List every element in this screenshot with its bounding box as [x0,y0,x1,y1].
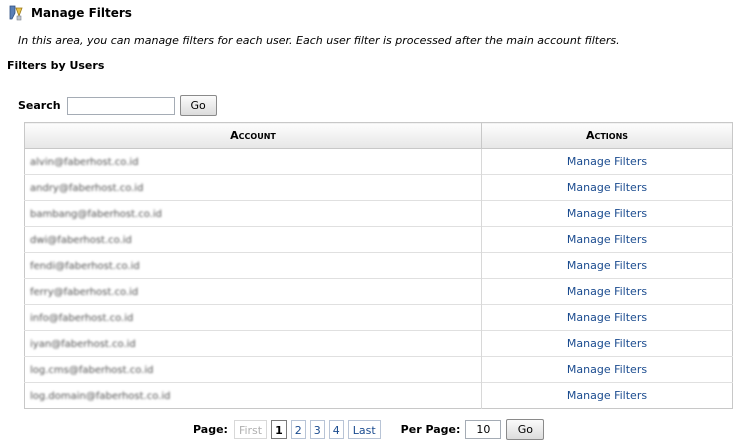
actions-cell: Manage Filters [481,174,733,201]
actions-cell: Manage Filters [481,200,733,227]
manage-filters-link[interactable]: Manage Filters [567,181,647,194]
account-cell: alvin@faberhost.co.id [24,148,482,175]
actions-cell: Manage Filters [481,356,733,383]
per-page-go-button[interactable]: Go [506,419,545,440]
table-row: andry@faberhost.co.id Manage Filters [24,174,733,201]
filter-icon [9,5,23,21]
page-header: Manage Filters [7,3,132,23]
account-cell: andry@faberhost.co.id [24,174,482,201]
actions-cell: Manage Filters [481,330,733,357]
account-email: alvin@faberhost.co.id [30,157,139,168]
account-cell: fendi@faberhost.co.id [24,252,482,279]
table-row: bambang@faberhost.co.id Manage Filters [24,200,733,227]
table-row: log.cms@faberhost.co.id Manage Filters [24,356,733,383]
first-page-link: First [233,420,268,439]
account-cell: bambang@faberhost.co.id [24,200,482,227]
page-label: Page: [193,423,228,436]
table-row: alvin@faberhost.co.id Manage Filters [24,148,733,175]
manage-filters-link[interactable]: Manage Filters [567,311,647,324]
search-go-button[interactable]: Go [179,95,217,116]
account-cell: log.cms@faberhost.co.id [24,356,482,383]
page-link-4[interactable]: 4 [328,420,344,439]
manage-filters-link[interactable]: Manage Filters [567,389,647,402]
account-email: info@faberhost.co.id [30,313,134,324]
table-row: info@faberhost.co.id Manage Filters [24,304,733,331]
table-row: log.domain@faberhost.co.id Manage Filters [24,382,733,409]
actions-cell: Manage Filters [481,382,733,409]
manage-filters-link[interactable]: Manage Filters [567,259,647,272]
table-row: dwi@faberhost.co.id Manage Filters [24,226,733,253]
pagination: Page: First 1 2 3 4 Last Per Page: Go [193,419,545,440]
page-link-3[interactable]: 3 [309,420,325,439]
account-cell: ferry@faberhost.co.id [24,278,482,305]
manage-filters-link[interactable]: Manage Filters [567,207,647,220]
section-title: Filters by Users [7,59,105,72]
account-cell: iyan@faberhost.co.id [24,330,482,357]
account-email: andry@faberhost.co.id [30,183,144,194]
page-link-2[interactable]: 2 [290,420,306,439]
table-row: iyan@faberhost.co.id Manage Filters [24,330,733,357]
account-email: log.cms@faberhost.co.id [30,365,154,376]
account-cell: info@faberhost.co.id [24,304,482,331]
search-input[interactable] [66,96,175,115]
manage-filters-link[interactable]: Manage Filters [567,337,647,350]
per-page-label: Per Page: [400,423,461,436]
per-page-input[interactable] [465,420,502,439]
account-email: log.domain@faberhost.co.id [30,391,171,402]
manage-filters-link[interactable]: Manage Filters [567,233,647,246]
account-cell: dwi@faberhost.co.id [24,226,482,253]
last-page-link[interactable]: Last [347,420,381,439]
actions-cell: Manage Filters [481,304,733,331]
manage-filters-link[interactable]: Manage Filters [567,363,647,376]
account-column-header[interactable]: Account [24,122,482,149]
account-email: dwi@faberhost.co.id [30,235,132,246]
manage-filters-link[interactable]: Manage Filters [567,285,647,298]
account-email: fendi@faberhost.co.id [30,261,140,272]
account-email: bambang@faberhost.co.id [30,209,162,220]
table-header-row: Account Actions [24,122,733,149]
search-bar: Search Go [18,95,217,116]
table-row: ferry@faberhost.co.id Manage Filters [24,278,733,305]
actions-column-header: Actions [481,122,733,149]
search-label: Search [18,99,61,112]
actions-cell: Manage Filters [481,278,733,305]
account-email: iyan@faberhost.co.id [30,339,136,350]
intro-text: In this area, you can manage filters for… [18,34,620,47]
account-cell: log.domain@faberhost.co.id [24,382,482,409]
account-email: ferry@faberhost.co.id [30,287,139,298]
actions-cell: Manage Filters [481,252,733,279]
table-row: fendi@faberhost.co.id Manage Filters [24,252,733,279]
manage-filters-link[interactable]: Manage Filters [567,155,647,168]
actions-cell: Manage Filters [481,226,733,253]
page-link-1: 1 [271,420,287,439]
actions-cell: Manage Filters [481,148,733,175]
page-title: Manage Filters [31,6,132,20]
filters-table: Account Actions alvin@faberhost.co.id Man… [24,122,733,409]
